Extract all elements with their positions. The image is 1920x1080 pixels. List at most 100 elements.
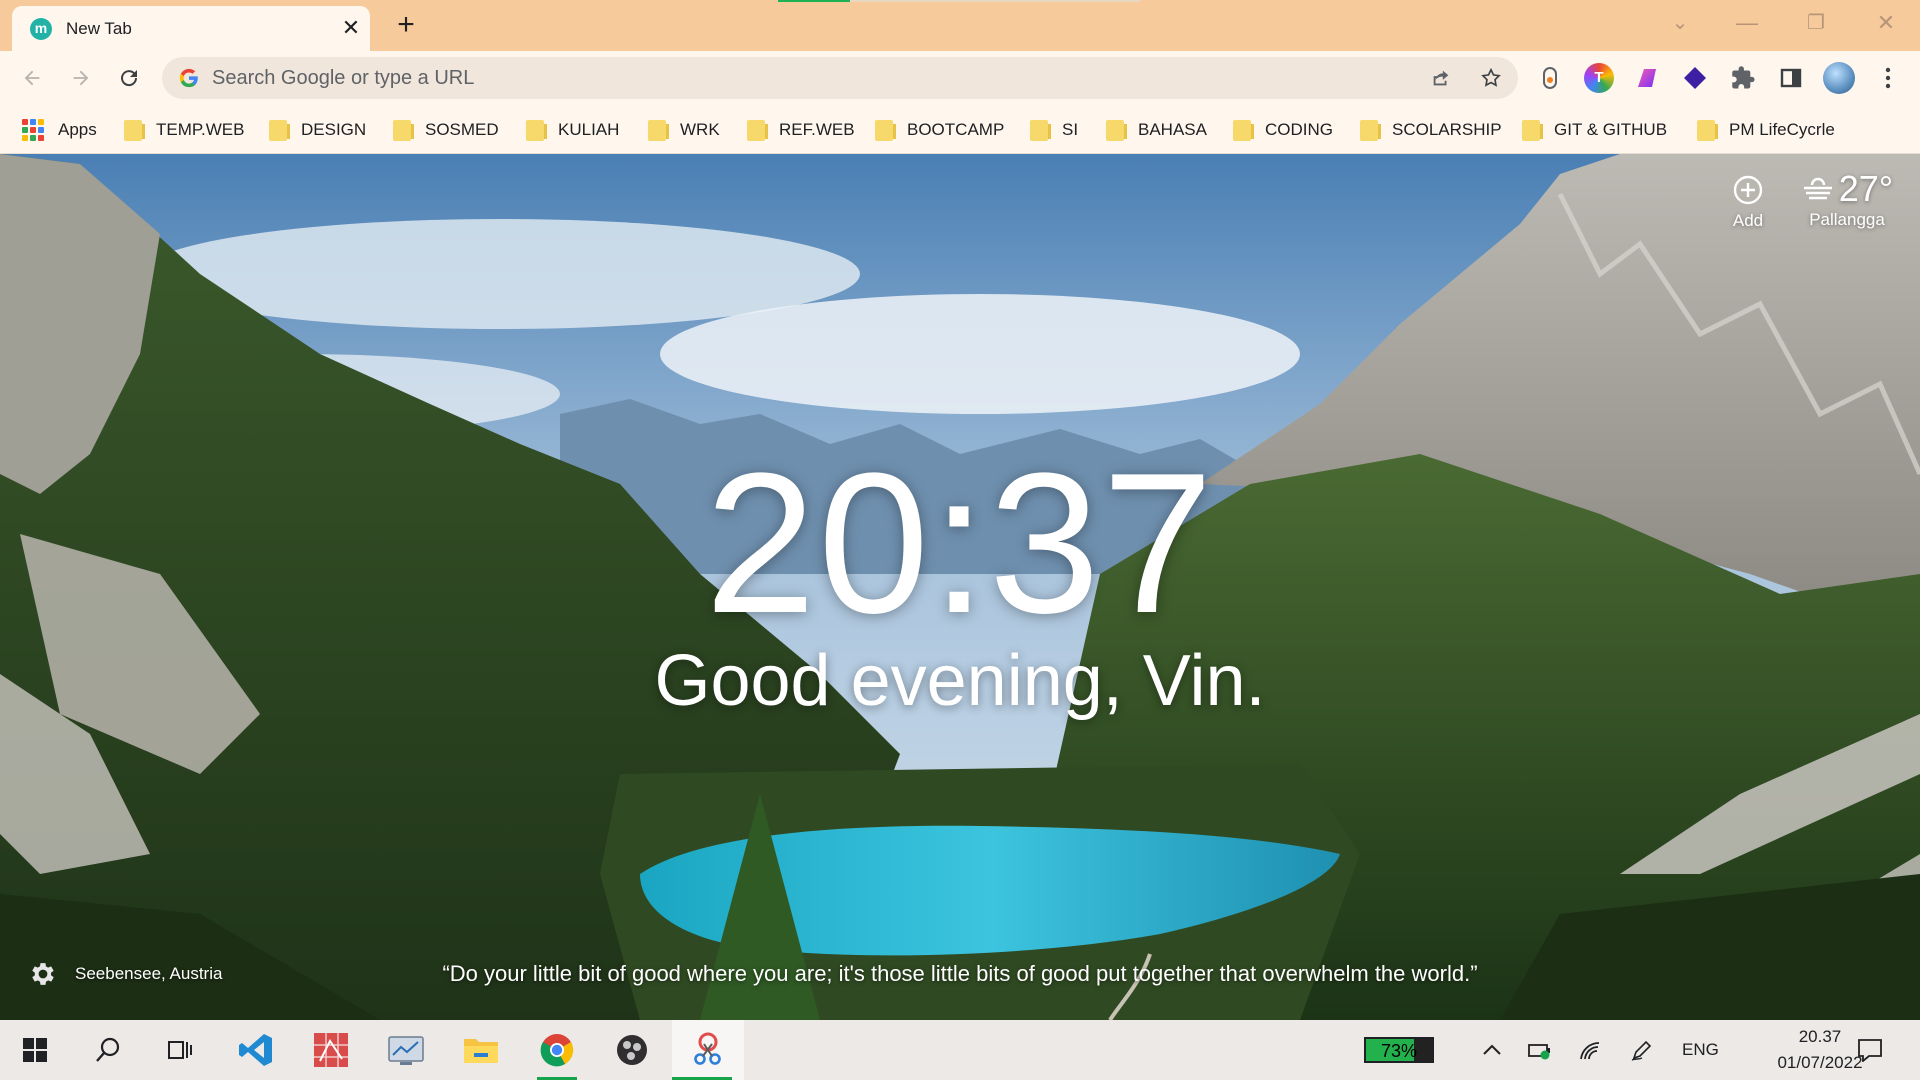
clock-time: 20:37 — [704, 432, 1216, 655]
greeting[interactable]: Good evening, Vin. — [0, 641, 1920, 721]
taskbar-obs[interactable] — [602, 1020, 662, 1080]
forward-button[interactable] — [63, 60, 99, 96]
taskbar-app-monitor[interactable] — [376, 1020, 436, 1080]
extension-recorder-icon[interactable] — [1535, 63, 1565, 93]
folder-icon — [1360, 119, 1381, 141]
bookmark-folder-kuliah[interactable]: KULIAH — [526, 115, 619, 145]
bookmark-folder-scolarship[interactable]: SCOLARSHIP — [1360, 115, 1502, 145]
arrow-left-icon — [24, 70, 40, 86]
google-g-icon — [179, 68, 198, 88]
monitor-chart-icon — [388, 1036, 424, 1065]
bookmark-label: CODING — [1265, 120, 1333, 139]
notification-speech-bubble-icon — [1858, 1039, 1882, 1062]
bookmark-folder-bootcamp[interactable]: BOOTCAMP — [875, 115, 1004, 145]
folder-icon — [124, 119, 145, 141]
bookmark-label: PM LifeCycrle — [1729, 120, 1835, 139]
folder-icon — [393, 119, 414, 141]
extensions-puzzle-button[interactable] — [1728, 63, 1758, 93]
bookmark-folder-si[interactable]: SI — [1030, 115, 1078, 145]
task-view-button[interactable] — [150, 1020, 210, 1080]
snipping-scissors-icon — [694, 1032, 721, 1065]
notifications-button[interactable] — [1840, 1020, 1900, 1080]
tab-strip: m New Tab ✕ + ⌄ — ❐ ✕ — [0, 0, 1920, 51]
chrome-menu-button[interactable] — [1873, 63, 1903, 93]
red-grid-app-icon — [314, 1033, 348, 1067]
bookmark-folder-sosmed[interactable]: SOSMED — [393, 115, 499, 145]
taskbar-app-red[interactable] — [301, 1020, 361, 1080]
reload-button[interactable] — [111, 60, 147, 96]
extension-diamond-icon[interactable] — [1680, 63, 1710, 93]
network-tray[interactable] — [1560, 1020, 1620, 1080]
restore-button[interactable]: ❐ — [1796, 8, 1836, 38]
bookmark-folder-git-github[interactable]: GIT & GITHUB — [1522, 115, 1667, 145]
weather-temperature: 27° — [1838, 168, 1894, 209]
puzzle-icon — [1732, 66, 1755, 89]
bookmark-apps[interactable]: Apps — [22, 115, 97, 145]
bookmark-folder-pm-lifecycle[interactable]: PM LifeCycrle — [1697, 115, 1835, 145]
bookmark-folder-temp-web[interactable]: TEMP.WEB — [124, 115, 244, 145]
profile-avatar[interactable] — [1823, 62, 1855, 94]
obs-icon — [617, 1035, 647, 1065]
bookmark-label: BOOTCAMP — [907, 120, 1005, 139]
bookmark-label: SCOLARSHIP — [1392, 120, 1502, 139]
tab-new-tab[interactable]: m New Tab ✕ — [12, 6, 370, 51]
bookmarks-bar: Apps TEMP.WEB DESIGN SOSMED KULIAH WRK R… — [0, 107, 1920, 154]
start-button[interactable] — [5, 1020, 65, 1080]
weather-widget[interactable]: 27° Pallangga — [1792, 168, 1902, 230]
reload-icon — [121, 70, 138, 87]
bookmark-label: Apps — [58, 120, 97, 139]
minimize-button[interactable]: — — [1727, 8, 1767, 38]
star-icon — [1481, 67, 1501, 87]
folder-icon — [1106, 119, 1127, 141]
bookmark-folder-ref-web[interactable]: REF.WEB — [747, 115, 855, 145]
browser-toolbar: T — [0, 51, 1920, 107]
bookmark-folder-wrk[interactable]: WRK — [648, 115, 720, 145]
folder-icon — [1522, 119, 1543, 141]
bookmark-folder-coding[interactable]: CODING — [1233, 115, 1333, 145]
daily-quote[interactable]: “Do your little bit of good where you ar… — [0, 961, 1920, 987]
extension-gradient-icon[interactable] — [1632, 63, 1662, 93]
windows-logo-icon — [23, 1038, 47, 1062]
bookmark-label: KULIAH — [558, 120, 620, 139]
tab-close-icon[interactable]: ✕ — [338, 15, 364, 41]
page-load-progress-fill — [778, 0, 851, 2]
tab-search-chevron-down-icon[interactable]: ⌄ — [1660, 8, 1700, 38]
back-button[interactable] — [14, 60, 50, 96]
bookmark-folder-bahasa[interactable]: BAHASA — [1106, 115, 1207, 145]
haze-icon — [1803, 177, 1832, 200]
side-panel-icon — [1780, 68, 1802, 88]
extension-t-icon[interactable]: T — [1584, 63, 1614, 93]
add-widget-button[interactable]: Add — [1725, 174, 1771, 231]
bookmark-star-button[interactable] — [1476, 63, 1506, 93]
bookmark-folder-design[interactable]: DESIGN — [269, 115, 366, 145]
taskbar-file-explorer[interactable] — [451, 1020, 511, 1080]
bookmark-label: SI — [1062, 120, 1079, 139]
language-indicator[interactable]: ENG — [1682, 1040, 1719, 1060]
windows-taskbar: 73% ENG 20.37 01/07/2022 — [0, 1020, 1920, 1080]
apps-grid-icon — [22, 119, 44, 141]
taskbar-vscode[interactable] — [226, 1020, 286, 1080]
omnibox[interactable] — [162, 57, 1518, 99]
share-button[interactable] — [1426, 63, 1456, 93]
taskbar-snipping-tool[interactable] — [672, 1020, 744, 1080]
bookmark-label: SOSMED — [425, 120, 499, 139]
search-icon — [96, 1037, 120, 1062]
battery-indicator[interactable]: 73% — [1364, 1037, 1434, 1063]
search-button[interactable] — [78, 1020, 138, 1080]
bookmark-label: GIT & GITHUB — [1554, 120, 1668, 139]
weather-location: Pallangga — [1809, 210, 1885, 229]
taskbar-chrome[interactable] — [527, 1020, 587, 1080]
page-load-progress — [778, 0, 1140, 2]
wifi-icon — [1580, 1042, 1600, 1060]
bookmark-label: REF.WEB — [779, 120, 855, 139]
folder-icon — [526, 119, 547, 141]
folder-icon — [875, 119, 896, 141]
new-tab-button[interactable]: + — [390, 9, 422, 41]
omnibox-input[interactable] — [212, 63, 1362, 93]
folder-icon — [747, 119, 768, 141]
pen-tray[interactable] — [1612, 1020, 1672, 1080]
close-window-button[interactable]: ✕ — [1866, 8, 1906, 38]
capsule-icon — [1543, 67, 1557, 89]
folder-icon — [1233, 119, 1254, 141]
side-panel-button[interactable] — [1776, 63, 1806, 93]
